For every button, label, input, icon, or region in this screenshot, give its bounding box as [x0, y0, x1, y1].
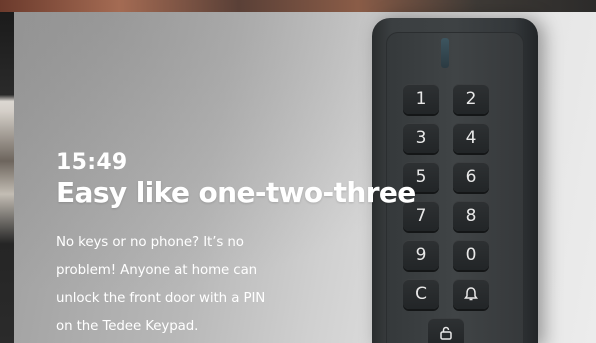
keypad-key-6: 6: [453, 162, 489, 192]
background-photo-left: [0, 12, 14, 343]
status-time: 15:49: [56, 150, 128, 175]
key-label: 2: [465, 89, 477, 109]
keypad-key-0: 0: [453, 240, 489, 270]
keypad-key-3: 3: [403, 123, 439, 153]
keypad-key-2: 2: [453, 84, 489, 114]
keypad-key-c: C: [403, 279, 439, 309]
description-line: No keys or no phone? It’s no: [56, 235, 244, 250]
key-label: 0: [465, 245, 477, 265]
bell-icon: [464, 287, 478, 301]
keypad-key-4: 4: [453, 123, 489, 153]
hero-headline: Easy like one-two-three: [56, 176, 416, 209]
description-line: on the Tedee Keypad.: [56, 319, 199, 334]
keypad-key-bell: [453, 279, 489, 309]
key-label: 3: [415, 128, 427, 148]
keypad-key-1: 1: [403, 84, 439, 114]
unlock-icon: [440, 326, 452, 340]
description-line: problem! Anyone at home can: [56, 263, 258, 278]
background-photo-top: [0, 0, 596, 12]
key-label: 8: [465, 206, 477, 226]
hero-heading-group: 15:49 Easy like one-two-three: [56, 150, 436, 210]
hero-description: No keys or no phone? It’s no problem! An…: [56, 229, 318, 341]
keypad-key-9: 9: [403, 240, 439, 270]
key-label: 9: [415, 245, 427, 265]
keypad-status-led: [441, 38, 449, 68]
photo-backdrop: 1 2 3 4 5 6 7 8 9 0 C 15:49 Easy like on…: [0, 0, 596, 343]
key-label: C: [415, 284, 427, 304]
keypad-key-8: 8: [453, 201, 489, 231]
keypad-key-unlock: [428, 318, 464, 343]
key-label: 1: [415, 89, 427, 109]
description-line: unlock the front door with a PIN: [56, 291, 266, 306]
key-label: 6: [465, 167, 477, 187]
key-label: 4: [465, 128, 477, 148]
